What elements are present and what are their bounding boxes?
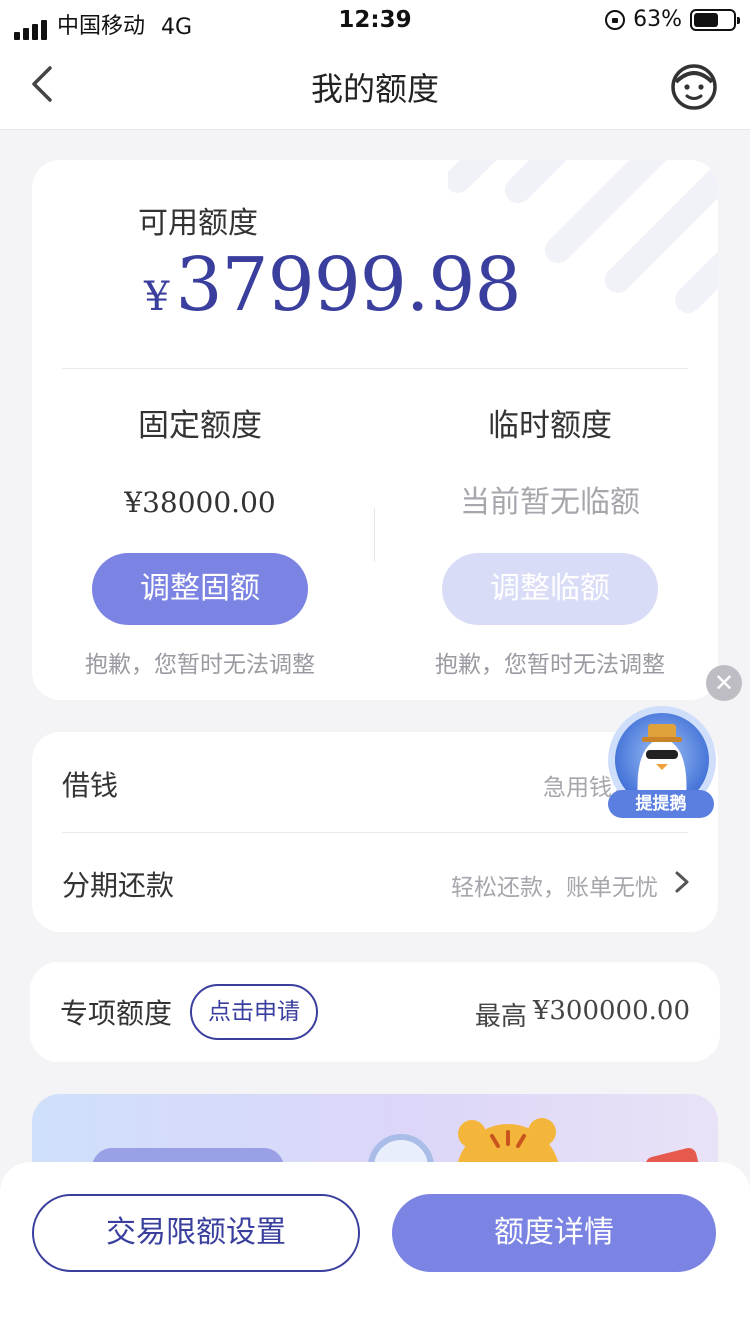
adjust-temporary-button[interactable]: 调整临额 (442, 553, 658, 625)
status-bar: 中国移动 4G 12:39 63% (0, 0, 750, 40)
special-quota-card: 专项额度 点击申请 最高 ¥300000.00 (30, 962, 720, 1062)
fixed-quota-value: ¥38000.00 (124, 486, 276, 519)
rotation-lock-icon (605, 9, 626, 30)
special-quota-max: 最高 ¥300000.00 (475, 996, 690, 1033)
status-right: 63% (605, 7, 740, 32)
quota-details-button[interactable]: 额度详情 (392, 1194, 716, 1272)
special-quota-title: 专项额度 (60, 997, 173, 1030)
currency-symbol: ¥ (144, 274, 170, 320)
menu-item-installment[interactable]: 分期还款 轻松还款，账单无忧 (32, 832, 718, 932)
max-value: ¥300000.00 (532, 996, 690, 1026)
fixed-quota-title: 固定额度 (138, 408, 262, 444)
temporary-quota-section: 临时额度 当前暂无临额 调整临额 抱歉，您暂时无法调整 (382, 400, 718, 679)
page-title: 我的额度 (310, 70, 439, 108)
temporary-quota-note: 抱歉，您暂时无法调整 (435, 652, 665, 678)
transaction-limit-button[interactable]: 交易限额设置 (32, 1194, 360, 1272)
temporary-quota-value: 当前暂无临额 (460, 485, 640, 520)
battery-fill (694, 12, 718, 27)
available-amount-value: 37999.98 (175, 242, 521, 328)
quota-card: 可用额度 ¥ 37999.98 固定额度 ¥38000.00 调整固额 抱歉，您… (32, 160, 718, 700)
divider (62, 368, 688, 369)
fixed-quota-note: 抱歉，您暂时无法调整 (85, 652, 315, 678)
mascot-float-button[interactable]: 提提鹅 (604, 704, 720, 822)
available-quota-amount: ¥ 37999.98 (144, 242, 522, 328)
close-float-button[interactable]: ✕ (706, 665, 742, 701)
menu-item-title: 借钱 (62, 769, 119, 802)
temporary-quota-title: 临时额度 (488, 408, 612, 444)
available-quota-label: 可用额度 (138, 206, 258, 241)
adjust-fixed-button[interactable]: 调整固额 (92, 553, 308, 625)
fixed-quota-section: 固定额度 ¥38000.00 调整固额 抱歉，您暂时无法调整 (32, 400, 368, 679)
apply-button[interactable]: 点击申请 (190, 984, 318, 1040)
customer-service-icon[interactable] (668, 60, 720, 112)
nav-bar: 我的额度 (0, 40, 750, 130)
battery-icon (690, 8, 740, 31)
max-label: 最高 (474, 1002, 527, 1032)
menu-item-title: 分期还款 (62, 869, 175, 902)
bottom-action-bar: 交易限额设置 额度详情 (0, 1162, 750, 1334)
menu-item-desc: 轻松还款，账单无忧 (451, 875, 658, 901)
mascot-label: 提提鹅 (608, 790, 714, 818)
chevron-right-icon (675, 871, 689, 893)
column-divider (374, 508, 375, 562)
battery-percent: 63% (633, 7, 682, 32)
